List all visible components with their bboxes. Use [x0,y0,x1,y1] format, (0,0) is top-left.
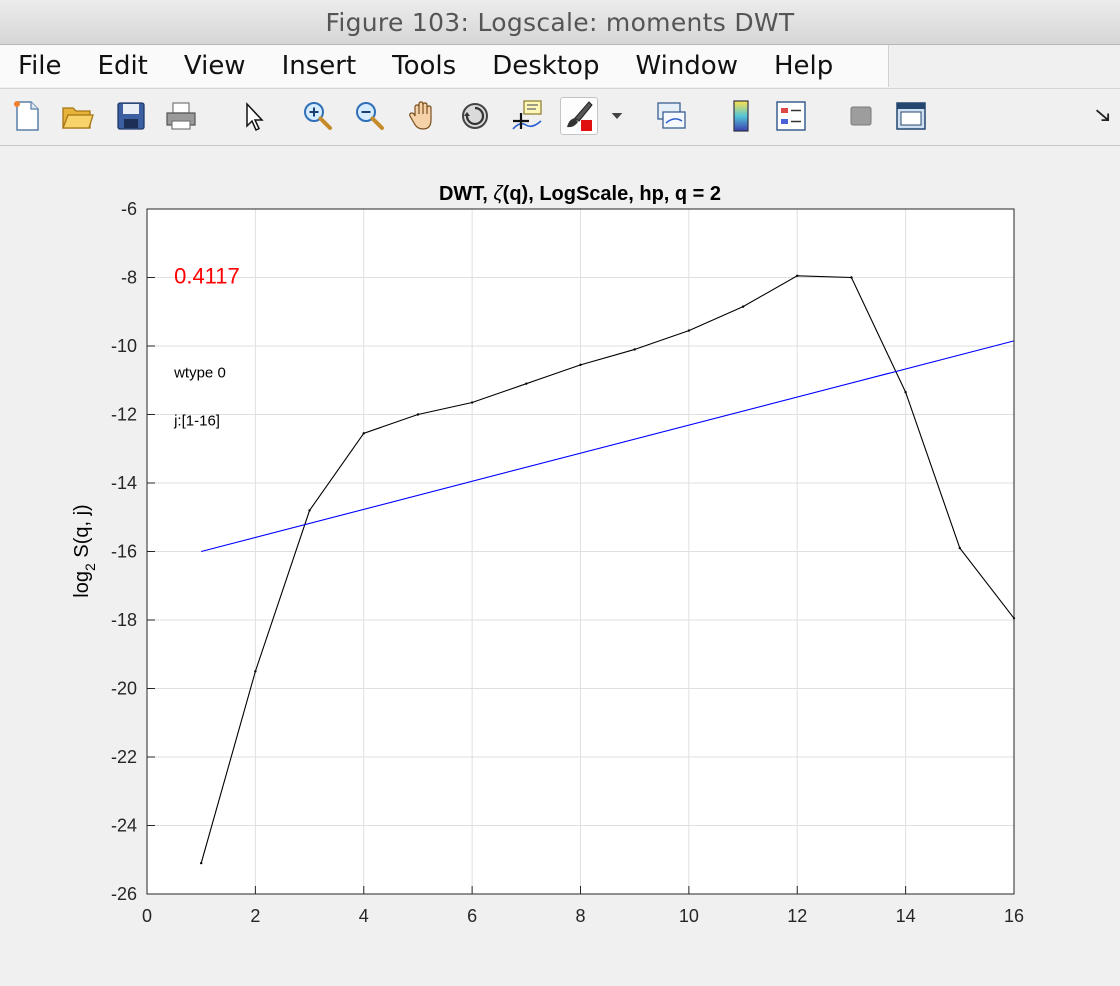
data-cursor-button[interactable] [508,97,546,135]
series-0-point-5 [470,401,474,404]
y-tick-label-3: -20 [111,679,137,699]
zoom-out-button[interactable] [350,97,388,135]
x-tick-labels: 0 2 4 6 8 10 12 14 16 [142,906,1024,926]
series-0-point-13 [904,391,907,394]
print-button[interactable] [162,97,200,135]
menu-tools[interactable]: Tools [374,51,474,81]
annotation-1: wtype 0 [173,364,226,381]
menu-window[interactable]: Window [617,51,756,81]
chart-title: DWT, ζ(q), LogScale, hp, q = 2 [439,183,721,205]
window-title: Figure 103: Logscale: moments DWT [325,7,795,37]
x-tick-label-7: 14 [896,906,916,926]
rotate-button[interactable] [456,97,494,135]
dock-figure-button[interactable] [1090,97,1118,135]
hide-plot-tools-icon [850,106,872,126]
series-0-point-10 [741,305,745,308]
x-tick-label-4: 8 [575,906,585,926]
rotate-3d-icon [462,103,488,129]
series-0-point-2 [308,509,311,512]
pan-hand-icon [409,101,432,130]
y-tick-label-8: -10 [111,336,137,356]
y-tick-label-0: -26 [111,884,137,904]
series-0-point-6 [525,382,528,385]
legend-icon [776,101,806,131]
y-tick-label-2: -22 [111,747,137,767]
colorbar-button[interactable] [722,97,760,135]
y-axis-label-rest: S(q, j) [71,504,93,563]
menu-bar: File Edit View Insert Tools Desktop Wind… [0,45,888,87]
series-0-point-4 [416,413,420,416]
menu-bar-filler [888,45,1120,87]
y-tick-label-7: -12 [111,405,137,425]
edit-plot-cursor-icon [246,102,264,132]
data-cursor-icon [512,100,542,130]
x-tick-label-6: 12 [787,906,807,926]
series-0-point-12 [850,276,853,279]
x-tick-label-1: 2 [250,906,260,926]
annotation-2: j:[1-16] [173,412,220,429]
edit-plot-button[interactable] [234,97,272,135]
x-tick-label-3: 6 [467,906,477,926]
brush-dropdown-button[interactable] [604,97,630,135]
y-tick-label-6: -14 [111,473,137,493]
series-0-point-0 [199,861,203,865]
show-plot-tools-icon [896,102,926,130]
x-tick-label-8: 16 [1004,906,1024,926]
series-0-point-3 [362,432,365,435]
show-plot-tools-button[interactable] [892,97,930,135]
print-icon [166,102,196,130]
chart-title-prefix: DWT, [439,183,493,205]
brush-icon [567,101,593,131]
figure-toolbar [0,88,1120,146]
new-figure-button[interactable] [8,97,46,135]
series-0-point-11 [796,274,799,277]
menu-view[interactable]: View [166,51,264,81]
series-0-point-14 [958,546,962,550]
dock-arrow-icon [1095,109,1110,122]
series-0-point-8 [633,348,636,351]
chart-area[interactable]: 0 2 4 6 8 10 12 14 16 -26 -24 -22 -20 -18 -16 -14 -12 -1… [0,145,1120,986]
new-figure-icon [14,101,39,131]
pan-button[interactable] [404,97,442,135]
series-0-point-9 [687,329,691,332]
zoom-in-button[interactable] [298,97,336,135]
link-plot-icon [657,102,686,129]
menu-help[interactable]: Help [756,51,851,81]
y-tick-labels: -26 -24 -22 -20 -18 -16 -14 -12 -10 -8 -6 [111,199,137,904]
open-file-button[interactable] [58,97,96,135]
y-tick-label-4: -18 [111,610,137,630]
series-0-point-7 [579,363,582,367]
y-tick-label-5: -16 [111,542,137,562]
y-axis-label-base: log [71,571,93,598]
x-tick-label-2: 4 [359,906,369,926]
menu-edit[interactable]: Edit [80,51,166,81]
x-tick-label-0: 0 [142,906,152,926]
y-tick-label-1: -24 [111,816,137,836]
zoom-in-icon [304,102,332,130]
series-0-point-1 [254,670,257,673]
menu-insert[interactable]: Insert [264,51,375,81]
zoom-out-icon [356,102,384,130]
legend-button[interactable] [772,97,810,135]
open-file-icon [62,107,94,129]
colorbar-icon [733,100,749,132]
y-axis-label: log2 S(q, j) [71,504,98,597]
menu-desktop[interactable]: Desktop [474,51,617,81]
save-icon [117,102,145,130]
annotation-0: 0.4117 [174,263,240,288]
link-plot-button[interactable] [652,97,690,135]
brush-dropdown-icon [611,112,623,120]
y-tick-label-10: -6 [121,199,137,219]
hide-plot-tools-button[interactable] [842,97,880,135]
y-axis-label-subscript: 2 [82,563,98,571]
save-button[interactable] [112,97,150,135]
y-tick-label-9: -8 [121,268,137,288]
chart-title-suffix: (q), LogScale, hp, q = 2 [503,183,721,205]
brush-button[interactable] [560,97,598,135]
window-title-bar: Figure 103: Logscale: moments DWT [0,0,1120,45]
x-tick-label-5: 10 [679,906,699,926]
menu-file[interactable]: File [0,51,80,81]
